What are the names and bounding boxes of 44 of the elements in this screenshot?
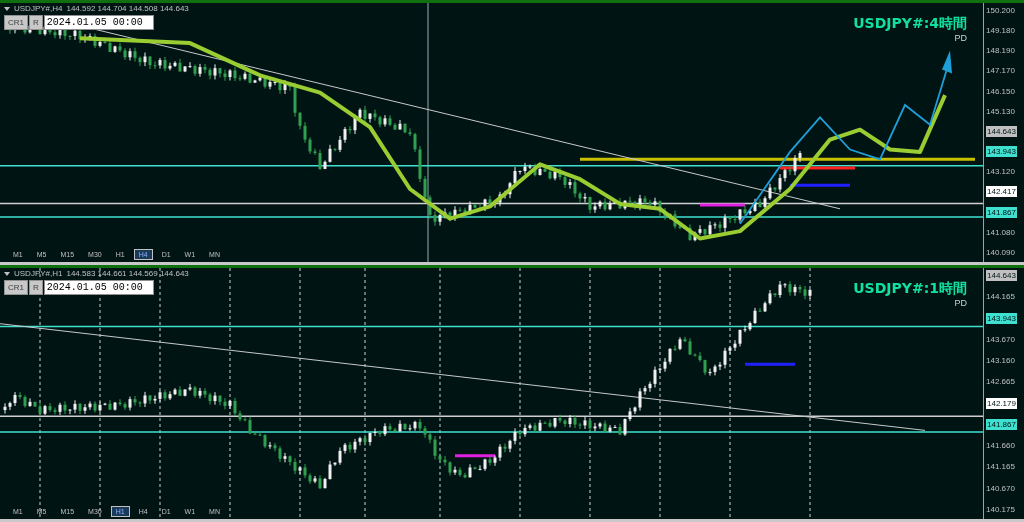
price-label: 150.200	[986, 5, 1016, 16]
date-input-field[interactable]: 2024.01.05 00:00	[43, 15, 154, 30]
price-tag: 142.179	[986, 397, 1017, 409]
chart-title: USDJPY#:1時間	[853, 280, 967, 298]
toolbar-button[interactable]: CR1	[4, 15, 28, 30]
price-label: 143.160	[986, 355, 1016, 367]
price-label: 145.130	[986, 105, 1016, 117]
chart-subtitle: PD	[954, 298, 967, 308]
price-tag: 141.867	[986, 206, 1017, 218]
price-tag: 143.943	[986, 312, 1017, 324]
price-label: 143.670	[986, 333, 1016, 345]
price-label: 149.180	[986, 25, 1016, 37]
price-label: 141.660	[986, 440, 1016, 452]
price-label: 143.120	[986, 166, 1016, 178]
horizontal-line	[745, 362, 795, 366]
price-tag: 142.417	[986, 186, 1017, 198]
dropdown-triangle-icon[interactable]	[4, 271, 10, 276]
symbol-label: USDJPY#,H4	[14, 4, 63, 13]
chart-subtitle: PD	[954, 33, 967, 43]
date-input-field[interactable]: 2024.01.05 00:00	[43, 280, 154, 295]
price-tag: 143.943	[986, 146, 1017, 158]
horizontal-line	[790, 183, 850, 187]
price-label: 148.190	[986, 45, 1016, 57]
price-label: 140.175	[986, 503, 1016, 515]
price-label: 140.090	[986, 246, 1016, 258]
dropdown-triangle-icon[interactable]	[4, 6, 10, 11]
ohlc-quotes: 144.583 144.661 144.569 144.643	[66, 269, 189, 278]
price-label: 142.665	[986, 376, 1016, 388]
price-tag: 141.867	[986, 418, 1017, 430]
horizontal-line	[455, 454, 495, 458]
toolbar-button[interactable]: CR1	[4, 280, 28, 295]
price-label: 141.165	[986, 461, 1016, 473]
ohlc-quotes: 144.592 144.704 144.508 144.643	[66, 4, 189, 13]
price-tag: 144.643	[986, 125, 1017, 137]
price-label: 147.170	[986, 65, 1016, 77]
toolbar-button[interactable]: R	[29, 15, 43, 30]
price-label: 144.165	[986, 291, 1016, 303]
price-label: 146.150	[986, 85, 1016, 97]
chart-title: USDJPY#:4時間	[853, 15, 967, 33]
price-label: 141.080	[986, 226, 1016, 238]
toolbar-button[interactable]: R	[29, 280, 43, 295]
price-tag: 144.643	[986, 270, 1017, 281]
symbol-label: USDJPY#,H1	[14, 269, 63, 278]
price-label: 140.670	[986, 482, 1016, 494]
